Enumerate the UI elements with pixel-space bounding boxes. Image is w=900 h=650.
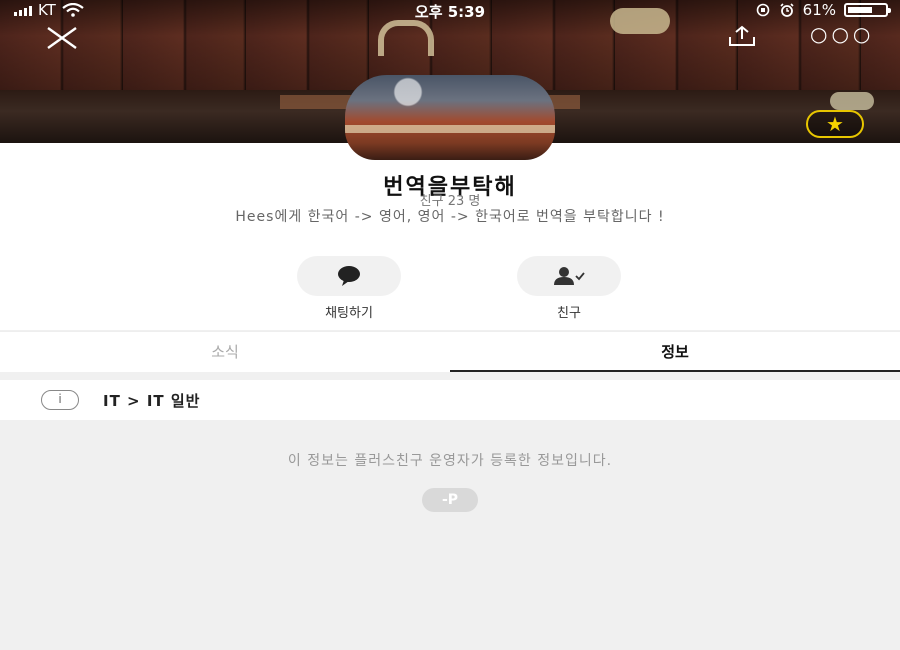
close-button[interactable]: [44, 24, 80, 52]
alarm-icon: [780, 3, 794, 17]
friend-check-icon: [554, 267, 585, 285]
chat-bubble-icon: [338, 266, 360, 286]
profile-card: 번역을부탁해 친구 23 명 Hees에게 한국어 -> 영어, 영어 -> 한…: [0, 143, 900, 330]
avatar-detail: [345, 125, 555, 133]
more-button[interactable]: ○○○: [810, 24, 870, 44]
category-row: i IT > IT 일반: [0, 380, 900, 420]
favorite-button[interactable]: ★: [806, 110, 864, 138]
more-icon: ○○○: [810, 22, 875, 46]
cover-hook: [378, 20, 434, 56]
chat-button[interactable]: 채팅하기: [297, 256, 401, 321]
profile-avatar[interactable]: [345, 75, 555, 160]
info-notice: 이 정보는 플러스친구 운영자가 등록한 정보입니다.: [287, 453, 613, 469]
profile-description: Hees에게 한국어 -> 영어, 영어 -> 한국어로 번역을 부탁합니다 !: [235, 209, 665, 225]
friend-button-label: 친구: [557, 306, 581, 321]
star-icon: ★: [826, 112, 844, 136]
category-path: IT > IT 일반: [103, 391, 201, 410]
share-icon: [729, 25, 755, 46]
cover-ball: [830, 92, 874, 110]
orientation-lock-icon: [756, 3, 769, 17]
tab-news[interactable]: 소식: [0, 332, 450, 372]
info-icon: i: [41, 390, 79, 410]
status-right: 61%: [755, 1, 891, 19]
close-icon: [47, 27, 77, 49]
friend-button[interactable]: 친구: [517, 256, 621, 321]
share-button[interactable]: [720, 25, 764, 47]
chat-button-label: 채팅하기: [325, 306, 373, 321]
tab-info[interactable]: 정보: [450, 332, 900, 372]
status-bar: KT 오후 5:39 61%: [0, 0, 900, 21]
battery-icon: [844, 3, 891, 17]
battery-percent: 61%: [802, 1, 836, 19]
tab-bar: 소식 정보: [0, 331, 900, 372]
plusfriend-logo: -P: [422, 488, 478, 512]
friends-count: 친구 23 명: [419, 194, 481, 209]
chat-button-circle[interactable]: [297, 256, 401, 296]
friend-button-circle[interactable]: [517, 256, 621, 296]
